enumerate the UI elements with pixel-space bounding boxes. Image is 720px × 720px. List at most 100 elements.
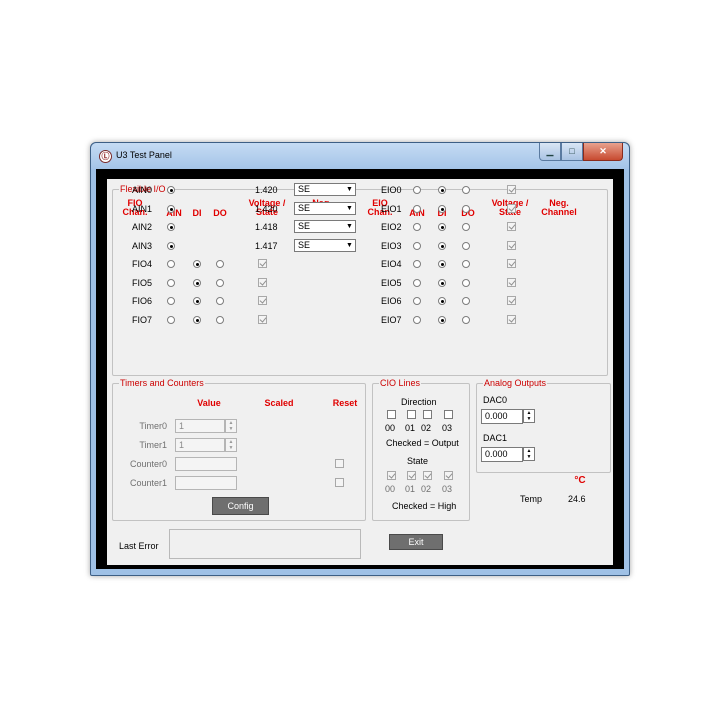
eio-ain-radio[interactable] [413, 316, 421, 324]
cio-direction-checkbox[interactable] [387, 410, 396, 419]
fio-di-radio[interactable] [193, 297, 201, 305]
dac1-input[interactable]: 0.000 [481, 447, 523, 462]
eio-state-checkbox [507, 185, 516, 194]
eio-do-radio[interactable] [462, 242, 470, 250]
fio-di-radio[interactable] [193, 316, 201, 324]
window-title: U3 Test Panel [116, 150, 172, 160]
fio-do-radio[interactable] [216, 260, 224, 268]
eio-di-radio[interactable] [438, 279, 446, 287]
eio-ain-radio[interactable] [413, 297, 421, 305]
cio-state-line-label: 03 [442, 484, 453, 494]
eio-row-label: EIO6 [381, 296, 402, 306]
fio-ain-radio[interactable] [167, 279, 175, 287]
cio-direction-checkbox[interactable] [407, 410, 416, 419]
timer-row-label: Counter1 [129, 478, 167, 488]
fio-ain-radio[interactable] [167, 186, 175, 194]
last-error-label: Last Error [119, 541, 159, 551]
eio-row-label: EIO7 [381, 315, 402, 325]
analog-outputs-title: Analog Outputs [483, 378, 548, 388]
timer-value-field[interactable]: 1 [175, 419, 225, 433]
reset-header: Reset [332, 398, 358, 408]
eio-do-radio[interactable] [462, 316, 470, 324]
eio-state-checkbox [507, 296, 516, 305]
counter-reset-checkbox[interactable] [335, 459, 344, 468]
fio-do-radio[interactable] [216, 316, 224, 324]
cio-direction-checkbox[interactable] [444, 410, 453, 419]
eio-state-checkbox [507, 259, 516, 268]
fio-ain-radio[interactable] [167, 205, 175, 213]
timer-value-spinner[interactable]: ▲ ▼ [225, 438, 237, 452]
eio-ain-radio[interactable] [413, 242, 421, 250]
eio-do-radio[interactable] [462, 186, 470, 194]
neg-channel-select[interactable]: SE ▼ [294, 220, 356, 233]
eio-do-radio[interactable] [462, 205, 470, 213]
eio-do-radio[interactable] [462, 297, 470, 305]
config-button[interactable]: Config [212, 497, 269, 515]
fio-voltage-value: 1.420 [255, 204, 278, 214]
fio-do-radio[interactable] [216, 279, 224, 287]
neg-channel-select[interactable]: SE ▼ [294, 183, 356, 196]
fio-ain-radio[interactable] [167, 223, 175, 231]
eio-ain-radio[interactable] [413, 279, 421, 287]
eio-do-radio[interactable] [462, 279, 470, 287]
temp-value: 24.6 [568, 494, 586, 504]
eio-ain-radio[interactable] [413, 205, 421, 213]
eio-do-radio[interactable] [462, 260, 470, 268]
eio-di-radio[interactable] [438, 242, 446, 250]
fio-do-radio[interactable] [216, 297, 224, 305]
title-bar[interactable]: Ⓛ U3 Test Panel ▁ □ ✕ [91, 143, 629, 169]
dac1-label: DAC1 [483, 433, 508, 443]
cio-state-checkbox [407, 471, 416, 480]
close-button[interactable]: ✕ [583, 143, 623, 161]
u3-test-panel-window: Ⓛ U3 Test Panel ▁ □ ✕ Flexible I/O Timer… [90, 142, 630, 576]
fio-voltage-value: 1.420 [255, 185, 278, 195]
cio-state-line-label: 01 [405, 484, 416, 494]
eio-row-label: EIO5 [381, 278, 402, 288]
eio-ain-radio[interactable] [413, 186, 421, 194]
chevron-down-icon: ▼ [346, 242, 353, 249]
counter-value-field[interactable] [175, 457, 237, 471]
eio-row-label: EIO1 [381, 204, 402, 214]
neg-channel-select[interactable]: SE ▼ [294, 202, 356, 215]
eio-di-radio[interactable] [438, 205, 446, 213]
counter-value-field[interactable] [175, 476, 237, 490]
fio-ain-radio[interactable] [167, 260, 175, 268]
fio-di-radio[interactable] [193, 260, 201, 268]
fio-row-label: FIO6 [132, 296, 153, 306]
fio-row-label: AIN2 [132, 222, 153, 232]
minimize-button[interactable]: ▁ [539, 143, 561, 161]
timer-value-spinner[interactable]: ▲ ▼ [225, 419, 237, 433]
cio-state-line-label: 00 [385, 484, 396, 494]
eio-di-radio[interactable] [438, 297, 446, 305]
eio-di-radio[interactable] [438, 316, 446, 324]
eio-di-radio[interactable] [438, 186, 446, 194]
dac0-input[interactable]: 0.000 [481, 409, 523, 424]
fio-ain-radio[interactable] [167, 297, 175, 305]
cio-state-line-label: 02 [421, 484, 432, 494]
neg-channel-select[interactable]: SE ▼ [294, 239, 356, 252]
exit-button[interactable]: Exit [389, 534, 443, 550]
fio-ain-radio[interactable] [167, 242, 175, 250]
eio-di-radio[interactable] [438, 223, 446, 231]
eio-ain-radio[interactable] [413, 223, 421, 231]
eio-do-radio[interactable] [462, 223, 470, 231]
dac0-spinner[interactable]: ▲ ▼ [523, 409, 535, 423]
flexible-io-group: Flexible I/O [112, 184, 608, 376]
fio-di-radio[interactable] [193, 279, 201, 287]
eio-ain-radio[interactable] [413, 260, 421, 268]
counter-reset-checkbox[interactable] [335, 478, 344, 487]
eio-state-checkbox [507, 204, 516, 213]
cio-direction-checkbox[interactable] [423, 410, 432, 419]
eio-di-radio[interactable] [438, 260, 446, 268]
cio-direction-note: Checked = Output [386, 438, 459, 448]
chevron-down-icon: ▼ [346, 186, 353, 193]
value-header: Value [197, 398, 221, 408]
fio-ain-radio[interactable] [167, 316, 175, 324]
eio-row-label: EIO4 [381, 259, 402, 269]
temp-label: Temp [520, 494, 543, 504]
timer-value-field[interactable]: 1 [175, 438, 225, 452]
dac1-spinner[interactable]: ▲ ▼ [523, 447, 535, 461]
cio-state-checkbox [444, 471, 453, 480]
cio-direction-line-label: 02 [421, 423, 432, 433]
maximize-button[interactable]: □ [561, 143, 583, 161]
